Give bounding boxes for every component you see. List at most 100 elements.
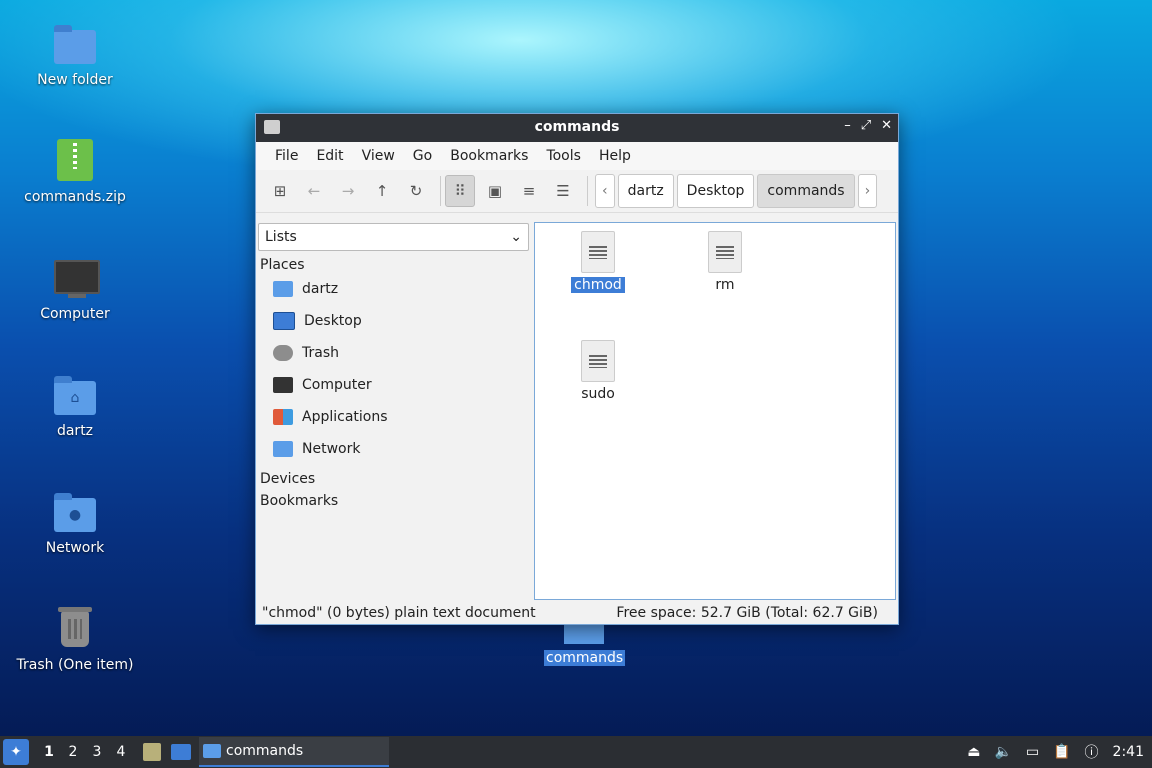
computer-icon <box>273 377 293 393</box>
file-name: rm <box>715 277 735 293</box>
text-document-icon <box>708 231 742 273</box>
sidebar-item-label: Applications <box>302 409 388 425</box>
menu-tools[interactable]: Tools <box>537 148 590 164</box>
compact-view-icon[interactable]: ≡ <box>515 176 543 206</box>
desktop-icon-trash[interactable]: Trash (One item) <box>10 607 140 673</box>
menu-view[interactable]: View <box>353 148 404 164</box>
list-view-icon[interactable]: ☰ <box>549 176 577 206</box>
sidebar-item-label: Trash <box>302 345 339 361</box>
menubar: File Edit View Go Bookmarks Tools Help <box>256 142 898 170</box>
sidebar-item-trash[interactable]: Trash <box>257 337 531 369</box>
trash-icon <box>53 607 97 651</box>
folder-icon <box>564 622 604 644</box>
file-view[interactable]: chmod rm sudo <box>534 222 896 600</box>
desktop-icon-label: Network <box>45 540 105 556</box>
back-arrow-icon[interactable]: ← <box>300 176 328 206</box>
thumbnail-view-icon[interactable]: ▣ <box>481 176 509 206</box>
side-pane-mode-value: Lists <box>265 229 297 245</box>
workspace-3[interactable]: 3 <box>85 744 109 760</box>
breadcrumb-dartz[interactable]: dartz <box>617 174 674 208</box>
menu-bookmarks[interactable]: Bookmarks <box>441 148 537 164</box>
text-document-icon <box>581 340 615 382</box>
file-manager-window: commands – ⤢ ✕ File Edit View Go Bookmar… <box>255 113 899 625</box>
window-title: commands <box>534 119 620 135</box>
bird-logo-icon: ✦ <box>10 744 22 760</box>
toolbar-separator <box>440 176 441 206</box>
devices-header[interactable]: Devices <box>257 465 531 487</box>
minimize-icon[interactable]: – <box>844 118 851 133</box>
home-folder-icon: ⌂ <box>53 373 97 417</box>
sidebar-item-desktop[interactable]: Desktop <box>257 305 531 337</box>
titlebar[interactable]: commands – ⤢ ✕ <box>256 114 898 142</box>
clock[interactable]: 2:41 <box>1113 744 1144 760</box>
home-folder-icon <box>273 281 293 297</box>
desktop-icon-network[interactable]: ● Network <box>10 490 140 556</box>
desktop-icon-commands-zip[interactable]: commands.zip <box>10 139 140 205</box>
system-tray: ⏏ 🔈 ▭ 📋 ⓘ 2:41 <box>967 742 1152 762</box>
breadcrumb-back-chevron-icon[interactable]: ‹ <box>595 174 615 208</box>
close-icon[interactable]: ✕ <box>881 118 892 133</box>
up-arrow-icon[interactable]: ↑ <box>368 176 396 206</box>
desktop-icon-new-folder[interactable]: New folder <box>10 22 140 88</box>
desktop-icon-dartz[interactable]: ⌂ dartz <box>10 373 140 439</box>
toolbar-separator <box>587 176 588 206</box>
desktop-icon <box>273 312 295 330</box>
bookmarks-header[interactable]: Bookmarks <box>257 487 531 509</box>
desktop-icon-commands-folder[interactable]: commands <box>544 622 626 666</box>
file-name: chmod <box>571 277 625 293</box>
workspace-2[interactable]: 2 <box>61 744 85 760</box>
icon-view-icon[interactable]: ⠿ <box>445 175 475 207</box>
task-label: commands <box>226 743 304 759</box>
network-icon <box>273 441 293 457</box>
file-name: sudo <box>581 386 615 402</box>
folder-icon <box>203 744 221 758</box>
show-desktop-icon[interactable] <box>171 744 191 760</box>
eject-icon[interactable]: ⏏ <box>967 744 980 760</box>
desktop-icon-label: Trash (One item) <box>16 657 134 673</box>
volume-icon[interactable]: 🔈 <box>994 744 1011 760</box>
start-menu-button[interactable]: ✦ <box>3 739 29 765</box>
breadcrumb-forward-chevron-icon[interactable]: › <box>857 174 878 208</box>
side-pane-mode-select[interactable]: Lists ⌄ <box>258 223 529 251</box>
breadcrumb-desktop[interactable]: Desktop <box>676 174 755 208</box>
workspace-1[interactable]: 1 <box>37 744 61 760</box>
breadcrumb-commands[interactable]: commands <box>757 174 855 208</box>
sidebar-item-dartz[interactable]: dartz <box>257 273 531 305</box>
desktop-icon-label: commands <box>544 650 626 666</box>
desktop-icon-label: Computer <box>40 306 110 322</box>
sidebar-item-computer[interactable]: Computer <box>257 369 531 401</box>
sidebar-item-label: Computer <box>302 377 372 393</box>
sidebar-item-label: Network <box>302 441 361 457</box>
clipboard-icon[interactable]: 📋 <box>1053 744 1070 760</box>
sidebar-item-applications[interactable]: Applications <box>257 401 531 433</box>
reload-icon[interactable]: ↻ <box>402 176 430 206</box>
trash-icon <box>273 345 293 361</box>
network-folder-icon: ● <box>53 490 97 534</box>
desktop-icon-label: New folder <box>37 72 113 88</box>
maximize-icon[interactable]: ⤢ <box>861 118 871 133</box>
folder-icon <box>53 22 97 66</box>
file-item-sudo[interactable]: sudo <box>558 340 638 402</box>
text-document-icon <box>581 231 615 273</box>
applications-icon <box>273 409 293 425</box>
desktop-icon-label: dartz <box>56 423 94 439</box>
file-manager-launcher-icon[interactable] <box>143 743 161 761</box>
taskbar-task-commands[interactable]: commands <box>199 737 389 767</box>
computer-icon <box>53 256 100 300</box>
workspace-4[interactable]: 4 <box>109 744 133 760</box>
zip-archive-icon <box>53 139 97 183</box>
menu-help[interactable]: Help <box>590 148 640 164</box>
network-status-icon[interactable]: ▭ <box>1026 744 1039 760</box>
desktop-icon-label: commands.zip <box>24 189 126 205</box>
file-item-rm[interactable]: rm <box>685 231 765 293</box>
update-notification-icon[interactable]: ⓘ <box>1085 742 1099 762</box>
menu-go[interactable]: Go <box>404 148 441 164</box>
forward-arrow-icon[interactable]: → <box>334 176 362 206</box>
menu-file[interactable]: File <box>266 148 307 164</box>
sidebar-item-network[interactable]: Network <box>257 433 531 465</box>
menu-edit[interactable]: Edit <box>307 148 352 164</box>
places-header[interactable]: Places <box>257 251 531 273</box>
file-item-chmod[interactable]: chmod <box>558 231 638 293</box>
new-tab-icon[interactable]: ⊞ <box>266 176 294 206</box>
desktop-icon-computer[interactable]: Computer <box>10 256 140 322</box>
